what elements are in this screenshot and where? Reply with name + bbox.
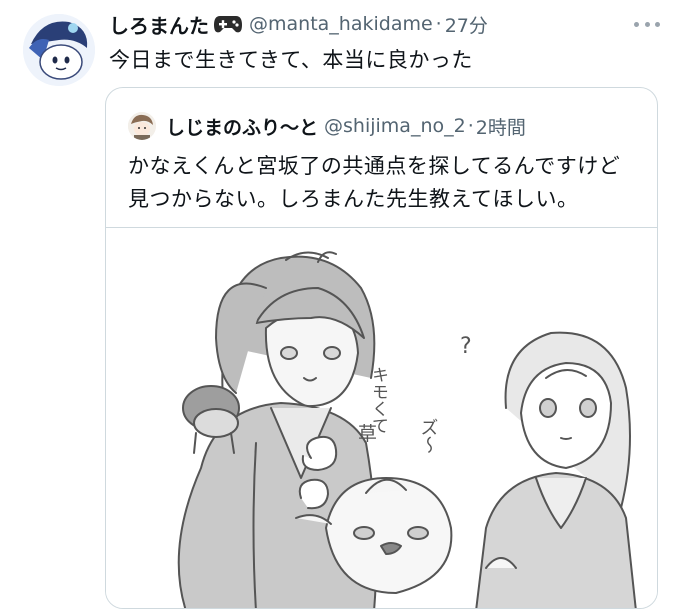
separator-dot: · [435,13,442,35]
display-name[interactable]: しろまんた [109,10,209,39]
avatar[interactable] [23,14,95,86]
tweet-header: しろまんた @manta_hakidame · 27分 [109,10,640,38]
sfx-question: ? [460,334,472,359]
gamepad-icon [213,13,243,35]
tweet-text: 今日まで生きてきて、本当に良かった [109,48,473,72]
attached-illustration[interactable]: キモくて 草 ズ〜 ? [106,227,657,608]
more-icon[interactable] [634,18,660,30]
quoted-avatar [128,112,156,140]
quoted-tweet-text: かなえくんと宮坂了の共通点を探してるんですけど 見つからない。しろまんた先生教え… [128,150,648,216]
sfx-kusa: 草 [358,423,377,445]
quoted-user-handle[interactable]: @shijima_no_2 [324,115,466,137]
quoted-display-name[interactable]: しじまのふり〜と [166,113,318,140]
sfx-zudo: ズ〜 [418,418,439,454]
quoted-text-line: かなえくんと宮坂了の共通点を探してるんですけど [128,154,621,178]
timestamp[interactable]: 27分 [445,11,488,38]
quoted-text-line: 見つからない。しろまんた先生教えてほしい。 [128,187,579,211]
user-handle[interactable]: @manta_hakidame [249,13,433,35]
quoted-timestamp[interactable]: 2時間 [476,113,526,140]
quoted-tweet-card[interactable]: しじまのふり〜と @shijima_no_2 · 2時間 かなえくんと宮坂了の共… [105,87,658,609]
quoted-separator-dot: · [467,115,474,137]
quoted-tweet-header: しじまのふり〜と @shijima_no_2 · 2時間 [128,112,526,140]
